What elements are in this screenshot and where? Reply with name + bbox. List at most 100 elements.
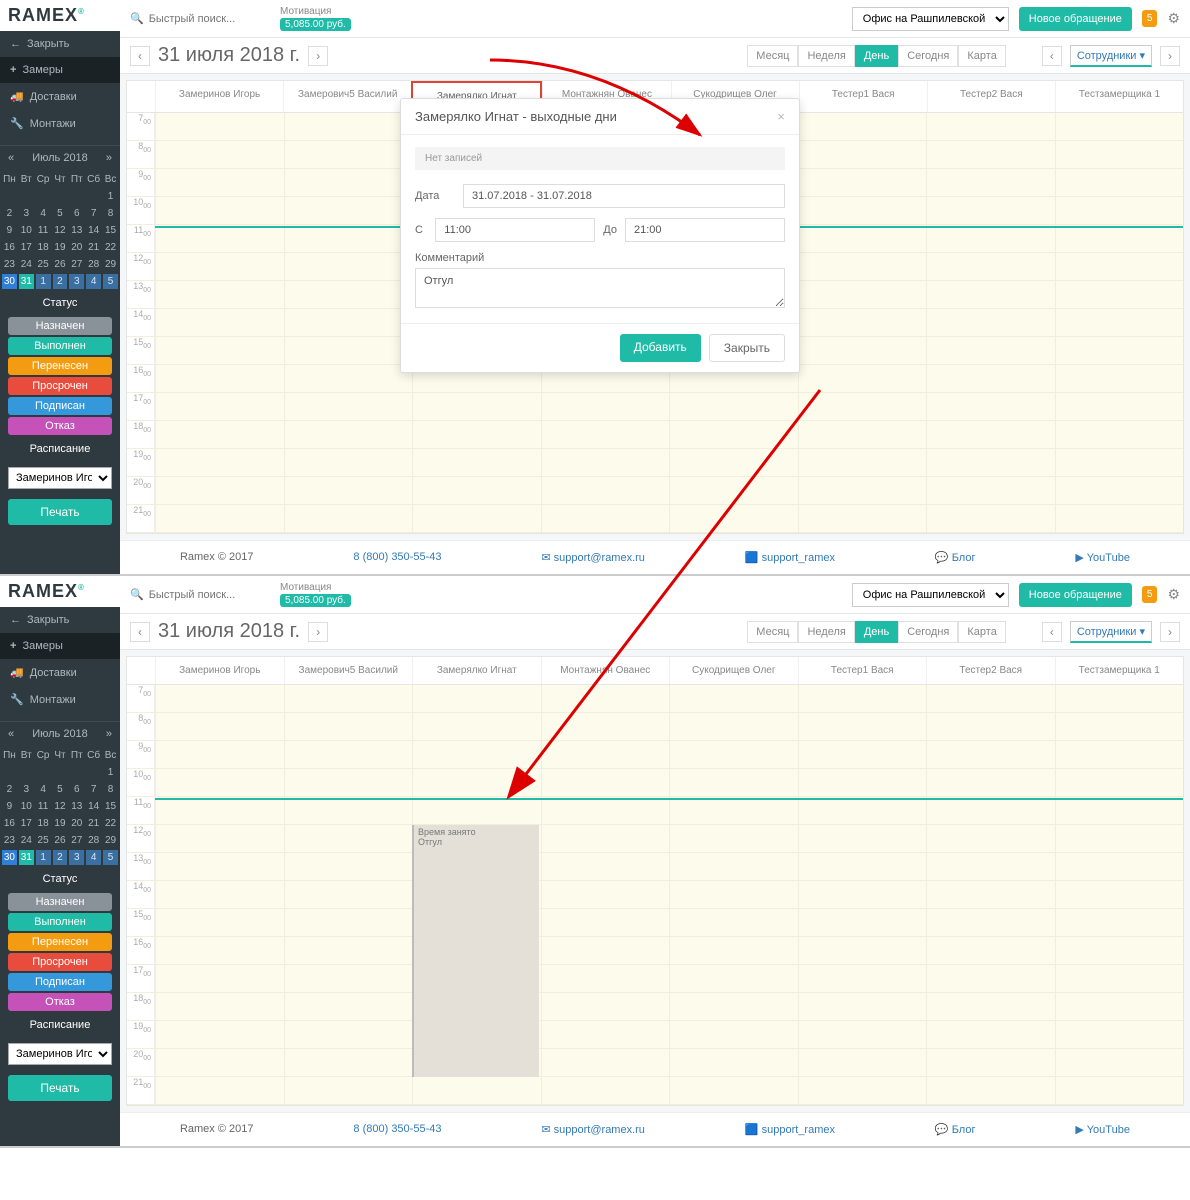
side-install[interactable]: 🔧Монтажи bbox=[0, 110, 120, 137]
add-button[interactable]: Добавить bbox=[620, 334, 701, 362]
datebar: ‹ 31 июля 2018 г. › Месяц Неделя День Се… bbox=[120, 38, 1190, 74]
mini-calendar[interactable]: ПнВтСрЧтПтСбВс 1234567891011121314151617… bbox=[0, 170, 120, 291]
view-map-2[interactable]: Карта bbox=[958, 621, 1005, 643]
close-button[interactable]: Закрыть bbox=[709, 334, 785, 362]
motivation: Мотивация 5,085.00 руб. bbox=[280, 6, 351, 31]
mini-calendar-2[interactable]: ПнВтСрЧтПтСбВс 1234567891011121314151617… bbox=[0, 746, 120, 867]
status-reject-2[interactable]: Отказ bbox=[8, 993, 112, 1011]
date-input[interactable] bbox=[463, 184, 785, 208]
view-today-2[interactable]: Сегодня bbox=[898, 621, 958, 643]
emp-next-2[interactable]: › bbox=[1160, 622, 1180, 642]
cal-next-2[interactable]: » bbox=[106, 728, 112, 740]
employees-dropdown[interactable]: Сотрудники ▾ bbox=[1070, 45, 1152, 67]
employee-col[interactable]: Замеринов Игорь bbox=[155, 81, 283, 112]
side-measure[interactable]: +Замеры bbox=[0, 57, 120, 83]
view-week-2[interactable]: Неделя bbox=[798, 621, 854, 643]
employee-col[interactable]: Тестер1 Вася bbox=[798, 657, 927, 684]
footer-skype[interactable]: 🟦 support_ramex bbox=[745, 551, 835, 564]
print-button-2[interactable]: Печать bbox=[8, 1075, 112, 1101]
employee-col[interactable]: Замерович5 Василий bbox=[283, 81, 411, 112]
status-moved[interactable]: Перенесен bbox=[8, 357, 112, 375]
search-2[interactable]: 🔍 bbox=[130, 588, 270, 601]
employee-col[interactable]: Тестзамерщика 1 bbox=[1055, 657, 1184, 684]
cal-next[interactable]: » bbox=[106, 152, 112, 164]
footer-phone-2[interactable]: 8 (800) 350-55-43 bbox=[353, 1123, 441, 1136]
cal-prev[interactable]: « bbox=[8, 152, 14, 164]
view-month[interactable]: Месяц bbox=[747, 45, 798, 67]
new-request-button-2[interactable]: Новое обращение bbox=[1019, 583, 1132, 607]
emp-next[interactable]: › bbox=[1160, 46, 1180, 66]
status-moved-2[interactable]: Перенесен bbox=[8, 933, 112, 951]
view-month-2[interactable]: Месяц bbox=[747, 621, 798, 643]
employee-col[interactable]: Тестер2 Вася bbox=[927, 81, 1055, 112]
modal-close-x[interactable]: × bbox=[777, 109, 785, 124]
search-input-2[interactable] bbox=[149, 589, 259, 601]
status-done[interactable]: Выполнен bbox=[8, 337, 112, 355]
emp-prev[interactable]: ‹ bbox=[1042, 46, 1062, 66]
status-reject[interactable]: Отказ bbox=[8, 417, 112, 435]
status-signed-2[interactable]: Подписан bbox=[8, 973, 112, 991]
side-install-2[interactable]: 🔧Монтажи bbox=[0, 686, 120, 713]
footer-youtube-2[interactable]: ▶ YouTube bbox=[1075, 1123, 1130, 1136]
side-delivery[interactable]: 🚚Доставки bbox=[0, 83, 120, 110]
from-input[interactable] bbox=[435, 218, 595, 242]
employee-col[interactable]: Замерович5 Василий bbox=[284, 657, 413, 684]
side-measure-2[interactable]: +Замеры bbox=[0, 633, 120, 659]
footer-email[interactable]: ✉ support@ramex.ru bbox=[541, 551, 645, 564]
date-prev-2[interactable]: ‹ bbox=[130, 622, 150, 642]
employee-col[interactable]: Тестер1 Вася bbox=[799, 81, 927, 112]
bell-icon-2[interactable]: 5 bbox=[1142, 586, 1158, 603]
gear-icon-2[interactable]: ⚙ bbox=[1167, 586, 1180, 603]
comment-input[interactable] bbox=[415, 268, 785, 308]
view-today[interactable]: Сегодня bbox=[898, 45, 958, 67]
date-next-2[interactable]: › bbox=[308, 622, 328, 642]
view-day[interactable]: День bbox=[855, 45, 898, 67]
employee-select[interactable]: Замеринов Игор bbox=[8, 467, 112, 489]
search[interactable]: 🔍 bbox=[130, 12, 270, 25]
side-close[interactable]: ←Закрыть bbox=[0, 31, 120, 57]
print-button[interactable]: Печать bbox=[8, 499, 112, 525]
footer-blog-2[interactable]: 💬 Блог bbox=[935, 1123, 976, 1136]
employee-col[interactable]: Сукодрищев Олег bbox=[669, 657, 798, 684]
status-overdue-2[interactable]: Просрочен bbox=[8, 953, 112, 971]
emp-prev-2[interactable]: ‹ bbox=[1042, 622, 1062, 642]
main-area: 🔍 Мотивация 5,085.00 руб. Офис на Рашпил… bbox=[120, 0, 1190, 574]
date-next[interactable]: › bbox=[308, 46, 328, 66]
new-request-button[interactable]: Новое обращение bbox=[1019, 7, 1132, 31]
footer-skype-2[interactable]: 🟦 support_ramex bbox=[745, 1123, 835, 1136]
cal-prev-2[interactable]: « bbox=[8, 728, 14, 740]
bell-icon[interactable]: 5 bbox=[1142, 10, 1158, 27]
employee-col[interactable]: Тестер2 Вася bbox=[926, 657, 1055, 684]
panel-top: RAMEX® ←Закрыть +Замеры 🚚Доставки 🔧Монта… bbox=[0, 0, 1190, 576]
to-input[interactable] bbox=[625, 218, 785, 242]
office-select-2[interactable]: Офис на Рашпилевской bbox=[852, 583, 1009, 607]
employee-col[interactable]: Монтажнян Ованес bbox=[541, 657, 670, 684]
gear-icon[interactable]: ⚙ bbox=[1167, 10, 1180, 27]
side-close-2[interactable]: ←Закрыть bbox=[0, 607, 120, 633]
view-week[interactable]: Неделя bbox=[798, 45, 854, 67]
status-assigned[interactable]: Назначен bbox=[8, 317, 112, 335]
status-overdue[interactable]: Просрочен bbox=[8, 377, 112, 395]
employee-select-2[interactable]: Замеринов Игор bbox=[8, 1043, 112, 1065]
footer-email-2[interactable]: ✉ support@ramex.ru bbox=[541, 1123, 645, 1136]
footer-2: Ramex © 2017 8 (800) 350-55-43 ✉ support… bbox=[120, 1112, 1190, 1146]
status-done-2[interactable]: Выполнен bbox=[8, 913, 112, 931]
footer-blog[interactable]: 💬 Блог bbox=[935, 551, 976, 564]
footer-youtube[interactable]: ▶ YouTube bbox=[1075, 551, 1130, 564]
busy-block[interactable]: Время занято Отгул bbox=[412, 825, 539, 1077]
side-delivery-2[interactable]: 🚚Доставки bbox=[0, 659, 120, 686]
employee-col[interactable]: Тестзамерщика 1 bbox=[1055, 81, 1183, 112]
status-assigned-2[interactable]: Назначен bbox=[8, 893, 112, 911]
date-prev[interactable]: ‹ bbox=[130, 46, 150, 66]
status-signed[interactable]: Подписан bbox=[8, 397, 112, 415]
employee-col[interactable]: Замерялко Игнат bbox=[412, 657, 541, 684]
search-input[interactable] bbox=[149, 13, 259, 25]
footer-phone[interactable]: 8 (800) 350-55-43 bbox=[353, 551, 441, 564]
office-select[interactable]: Офис на Рашпилевской bbox=[852, 7, 1009, 31]
view-map[interactable]: Карта bbox=[958, 45, 1005, 67]
panel-bottom: RAMEX® ←Закрыть +Замеры 🚚Доставки 🔧Монта… bbox=[0, 576, 1190, 1148]
employee-col[interactable]: Замеринов Игорь bbox=[155, 657, 284, 684]
footer: Ramex © 2017 8 (800) 350-55-43 ✉ support… bbox=[120, 540, 1190, 574]
employees-dropdown-2[interactable]: Сотрудники ▾ bbox=[1070, 621, 1152, 643]
view-day-2[interactable]: День bbox=[855, 621, 898, 643]
